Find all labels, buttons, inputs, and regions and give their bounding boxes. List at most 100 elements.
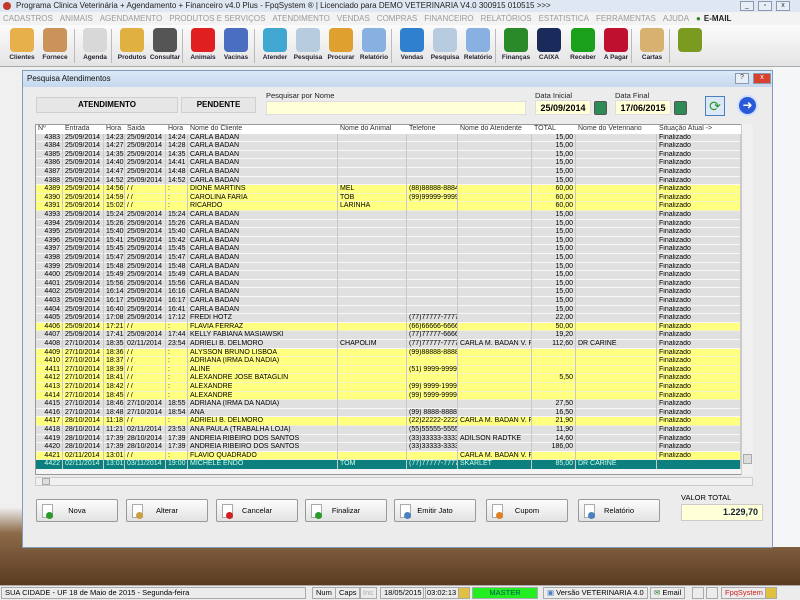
table-row[interactable]: 4404 25/09/2014 16:40 25/09/2014 16:41 CARLA … [36, 305, 752, 315]
menu-item[interactable]: FINANCEIRO [424, 14, 473, 23]
table-row[interactable]: 4418 28/10/2014 11:21 02/11/2014 23:53 ANA PA… [36, 426, 752, 435]
toolbar-button-pesquisa[interactable]: Pesquisa [292, 27, 324, 65]
table-row[interactable]: 4390 25/09/2014 14:59 / /: CAROLINA FARIA TO… [36, 193, 752, 203]
toolbar-button-atender[interactable]: Atender [259, 27, 291, 65]
toolbar-button-produtos[interactable]: Produtos [116, 27, 148, 65]
table-row[interactable]: 4393 25/09/2014 15:24 25/09/2014 15:24 CARLA … [36, 211, 752, 220]
table-row[interactable]: 4396 25/09/2014 15:41 25/09/2014 15:42 CARLA … [36, 236, 752, 246]
data-final-input[interactable]: 17/06/2015 [615, 100, 671, 115]
menu-item[interactable]: AGENDAMENTO [100, 14, 163, 23]
table-row[interactable]: 4411 27/10/2014 18:39 / /: ALINE (51) 9999-9… [36, 365, 752, 375]
toolbar-button-vendas[interactable]: Vendas [396, 27, 428, 65]
toolbar-button-cartas[interactable]: Cartas [636, 27, 668, 65]
table-row[interactable]: 4416 27/10/2014 18:48 27/10/2014 18:54 ANA (99… [36, 408, 752, 418]
table-row[interactable]: 4421 02/11/2014 13:01 / /: FLAVIO QUADRADO C… [36, 451, 752, 461]
table-row[interactable]: 4383 25/09/2014 14:23 25/09/2014 14:24 CARLA … [36, 133, 752, 143]
table-row[interactable]: 4384 25/09/2014 14:27 25/09/2014 14:28 CARLA … [36, 142, 752, 151]
minimize-button[interactable]: _ [740, 1, 754, 11]
toolbar-button-relatório[interactable]: Relatório [462, 27, 494, 65]
menu-item[interactable]: PRODUTOS E SERVIÇOS [169, 14, 265, 23]
button-relatório[interactable]: Relatório [578, 499, 660, 522]
refresh-icon[interactable]: ⟳ [705, 96, 725, 116]
table-row[interactable]: 4410 27/10/2014 18:37 / /: ADRIANA (IRMA DA… [36, 357, 752, 366]
menu-email[interactable]: ● E-MAIL [696, 14, 731, 23]
table-row[interactable]: 4395 25/09/2014 15:40 25/09/2014 15:40 CARLA … [36, 228, 752, 237]
table-row[interactable]: 4412 27/10/2014 18:41 / /: ALEXANDRE JOSE B… [36, 374, 752, 383]
toolbar-button-fornece[interactable]: Fornece [39, 27, 71, 65]
table-row[interactable]: 4417 28/10/2014 11:18 / /: ADRIELI B. DELMO… [36, 417, 752, 426]
menu-item[interactable]: COMPRAS [377, 14, 417, 23]
table-row[interactable]: 4388 25/09/2014 14:52 25/09/2014 14:52 CARLA … [36, 176, 752, 186]
button-nova[interactable]: Nova [36, 499, 118, 522]
toolbar-button-procurar[interactable]: Procurar [325, 27, 357, 65]
table-row[interactable]: 4419 28/10/2014 17:39 28/10/2014 17:39 ANDREI… [36, 434, 752, 444]
table-row[interactable]: 4399 25/09/2014 15:48 25/09/2014 15:48 CARLA … [36, 262, 752, 272]
toolbar-button-sair[interactable] [674, 27, 706, 65]
search-input[interactable] [266, 101, 526, 115]
table-row[interactable]: 4420 28/10/2014 17:39 28/10/2014 17:39 ANDREI… [36, 443, 752, 452]
table-row[interactable]: 4394 25/09/2014 15:26 25/09/2014 15:26 CARLA … [36, 219, 752, 229]
status-email[interactable]: ✉ Email [650, 587, 686, 599]
menu-item[interactable]: ATENDIMENTO [272, 14, 329, 23]
arrow-right-icon[interactable]: ➜ [737, 95, 758, 116]
table-row[interactable]: 4407 25/09/2014 17:41 25/09/2014 17:44 KELLY … [36, 331, 752, 340]
tab-atendimento[interactable]: ATENDIMENTO [36, 97, 178, 113]
tab-pendente[interactable]: PENDENTE [181, 97, 256, 113]
calendar-icon[interactable] [674, 101, 687, 115]
calendar-icon[interactable] [594, 101, 607, 115]
table-row[interactable]: 4385 25/09/2014 14:35 25/09/2014 14:35 CARLA … [36, 150, 752, 160]
table-row[interactable]: 4389 25/09/2014 14:56 / /: DIONE MARTINS MEL… [36, 185, 752, 194]
scroll-thumb[interactable] [42, 478, 50, 485]
table-row[interactable]: 4398 25/09/2014 15:47 25/09/2014 15:47 CARLA … [36, 254, 752, 263]
data-inicial-input[interactable]: 25/09/2014 [535, 100, 591, 115]
table-row[interactable]: 4414 27/10/2014 18:45 / /: ALEXANDRE (99) 59… [36, 391, 752, 401]
button-emitir-jato[interactable]: Emitir Jato [394, 499, 476, 522]
horizontal-scrollbar[interactable] [35, 477, 753, 486]
menu-item[interactable]: VENDAS [337, 14, 370, 23]
printer-icon[interactable] [692, 587, 704, 599]
toolbar-button-consultar[interactable]: Consultar [149, 27, 181, 65]
menu-item[interactable]: ANIMAIS [60, 14, 93, 23]
button-cancelar[interactable]: Cancelar [216, 499, 298, 522]
scroll-thumb[interactable] [743, 454, 752, 464]
button-alterar[interactable]: Alterar [126, 499, 208, 522]
button-cupom[interactable]: Cupom [486, 499, 568, 522]
table-row[interactable]: 4386 25/09/2014 14:40 25/09/2014 14:41 CARLA … [36, 159, 752, 168]
menu-item[interactable]: ESTATISTICA [539, 14, 589, 23]
menu-item[interactable]: AJUDA [663, 14, 689, 23]
table-row[interactable]: 4406 25/09/2014 17:21 / /: FLAVIA FERRAZ (66… [36, 322, 752, 332]
toolbar-button-receber[interactable]: Receber [567, 27, 599, 65]
table-row[interactable]: 4422 02/11/2014 13:01 03/11/2014 19:00 MICHEL… [36, 460, 752, 469]
table-row[interactable]: 4409 27/10/2014 18:36 / /: ALYSSON BRUNO LI… [36, 348, 752, 358]
close-dialog-button[interactable]: x [753, 73, 771, 84]
table-row[interactable]: 4403 25/09/2014 16:17 25/09/2014 16:17 CARLA … [36, 297, 752, 306]
table-row[interactable]: 4397 25/09/2014 15:45 25/09/2014 15:45 CARLA … [36, 245, 752, 254]
table-row[interactable]: 4415 27/10/2014 18:46 27/10/2014 18:55 ADRIAN… [36, 400, 752, 409]
toolbar-button-clientes[interactable]: Clientes [6, 27, 38, 65]
toolbar-button-caixa[interactable]: CAIXA [533, 27, 565, 65]
toolbar-button-agenda[interactable]: Agenda [79, 27, 111, 65]
table-row[interactable]: 4401 25/09/2014 15:56 25/09/2014 15:56 CARLA … [36, 279, 752, 289]
computer-icon[interactable] [706, 587, 718, 599]
toolbar-button-pesquisa[interactable]: Pesquisa [429, 27, 461, 65]
toolbar-button-vacinas[interactable]: Vacinas [220, 27, 252, 65]
close-window-button[interactable]: x [776, 1, 790, 11]
table-row[interactable]: 4405 25/09/2014 17:08 25/09/2014 17:12 FREDI … [36, 314, 752, 323]
menu-item[interactable]: FERRAMENTAS [596, 14, 656, 23]
maximize-button[interactable]: ▫ [758, 1, 772, 11]
menu-item[interactable]: CADASTROS [3, 14, 53, 23]
toolbar-button-finanças[interactable]: Finanças [500, 27, 532, 65]
toolbar-button-animais[interactable]: Animais [187, 27, 219, 65]
button-finalizar[interactable]: Finalizar [305, 499, 387, 522]
toolbar-button-a pagar[interactable]: A Pagar [600, 27, 632, 65]
table-row[interactable]: 4408 27/10/2014 18:35 02/11/2014 23:54 ADRIEL… [36, 340, 752, 349]
help-button[interactable]: ? [735, 73, 749, 84]
toolbar-button-relatório[interactable]: Relatório [358, 27, 390, 65]
table-row[interactable]: 4387 25/09/2014 14:47 25/09/2014 14:48 CARLA … [36, 168, 752, 177]
table-row[interactable]: 4413 27/10/2014 18:42 / /: ALEXANDRE (99) 99… [36, 383, 752, 392]
menu-item[interactable]: RELATÓRIOS [481, 14, 532, 23]
table-row[interactable]: 4400 25/09/2014 15:49 25/09/2014 15:49 CARLA … [36, 271, 752, 280]
vertical-scrollbar[interactable] [741, 124, 753, 475]
table-row[interactable]: 4402 25/09/2014 16:14 25/09/2014 16:16 CARLA … [36, 288, 752, 297]
table-row[interactable]: 4391 25/09/2014 15:02 / /: RICARDO LARINHA 60… [36, 202, 752, 211]
